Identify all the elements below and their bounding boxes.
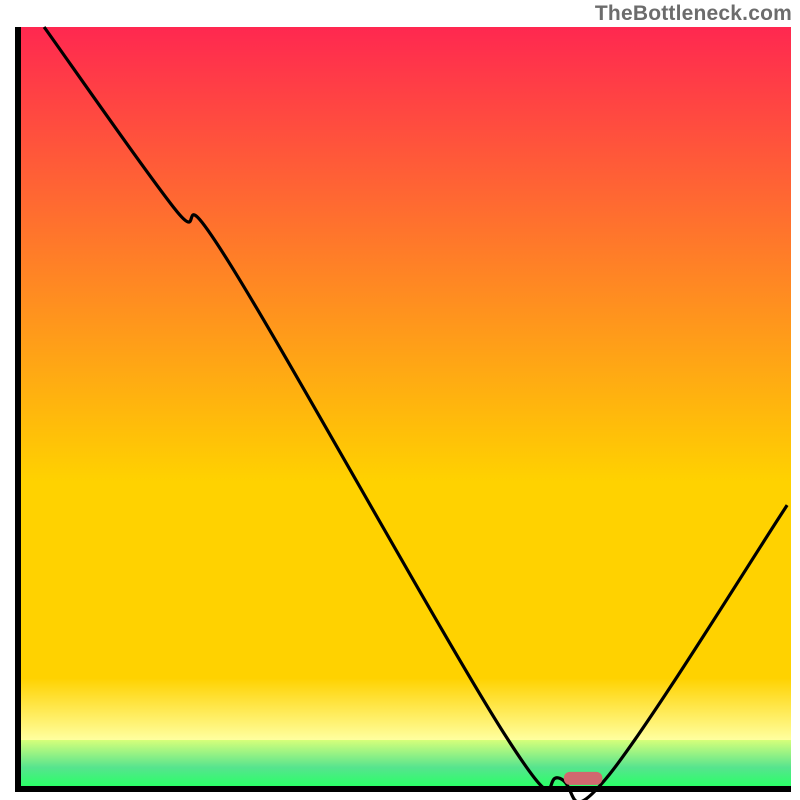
green-bottom-band (21, 740, 791, 786)
bottleneck-chart (0, 0, 800, 800)
watermark-text: TheBottleneck.com (595, 2, 792, 26)
axis-left (15, 27, 21, 792)
axis-bottom (15, 786, 791, 792)
plot-background (21, 27, 791, 786)
pale-band (21, 678, 791, 740)
optimal-marker (564, 772, 603, 785)
chart-stage: TheBottleneck.com (0, 0, 800, 800)
